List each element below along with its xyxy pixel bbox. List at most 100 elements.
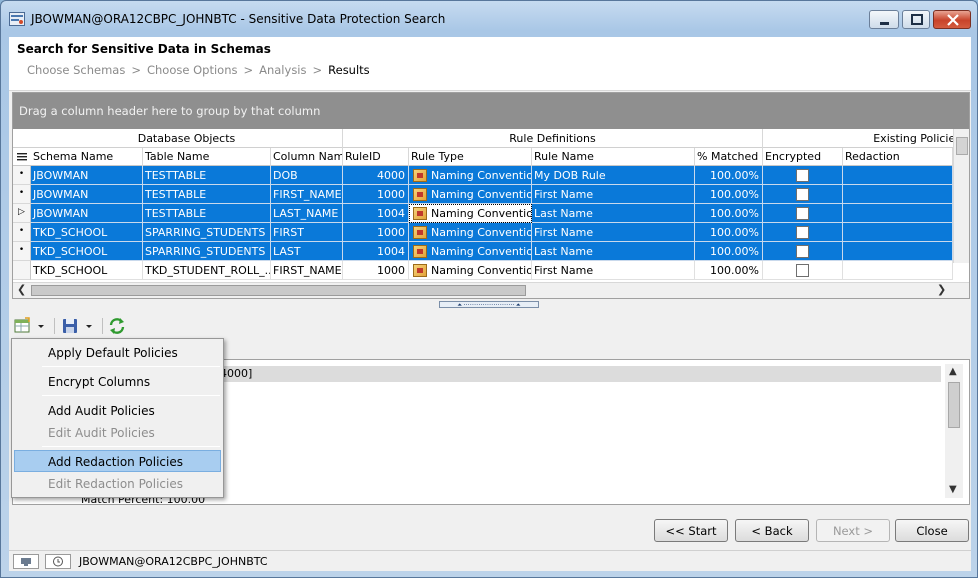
menu-item-edit-audit-policies[interactable]: Edit Audit Policies bbox=[14, 421, 221, 443]
cell-ruletype[interactable]: Naming Convention bbox=[409, 185, 532, 204]
cell-redaction[interactable] bbox=[843, 223, 953, 242]
row-indicator[interactable]: ▷ bbox=[13, 204, 31, 223]
row-indicator[interactable]: • bbox=[13, 185, 31, 204]
cell-redaction[interactable] bbox=[843, 166, 953, 185]
menu-item-edit-redaction-policies[interactable]: Edit Redaction Policies bbox=[14, 472, 221, 494]
scroll-thumb[interactable] bbox=[31, 285, 526, 296]
menu-item-encrypt-columns[interactable]: Encrypt Columns bbox=[14, 370, 221, 392]
cell-encrypted[interactable] bbox=[763, 242, 843, 261]
cell-rulename[interactable]: Last Name bbox=[532, 204, 695, 223]
cell-encrypted[interactable] bbox=[763, 204, 843, 223]
cell-rulename[interactable]: First Name bbox=[532, 223, 695, 242]
cell-column[interactable]: LAST_NAME bbox=[271, 204, 343, 223]
cell-matched[interactable]: 100.00% bbox=[695, 185, 763, 204]
cell-ruletype[interactable]: Naming Convention bbox=[409, 204, 532, 223]
next-button[interactable]: Next > bbox=[816, 519, 890, 542]
band-rule-definitions[interactable]: Rule Definitions bbox=[343, 129, 763, 148]
cell-ruleid[interactable]: 1000 bbox=[343, 261, 409, 280]
panel-splitter[interactable] bbox=[439, 301, 539, 308]
cell-matched[interactable]: 100.00% bbox=[695, 223, 763, 242]
cell-encrypted[interactable] bbox=[763, 261, 843, 280]
row-indicator[interactable]: • bbox=[13, 166, 31, 185]
cell-schema[interactable]: TKD_SCHOOL bbox=[31, 223, 143, 242]
column-header-ruletype[interactable]: Rule Type bbox=[409, 148, 532, 166]
cell-matched[interactable]: 100.00% bbox=[695, 261, 763, 280]
cell-column[interactable]: LAST bbox=[271, 242, 343, 261]
cell-ruleid[interactable]: 1004 bbox=[343, 242, 409, 261]
scroll-down-icon[interactable]: ▼ bbox=[949, 484, 957, 495]
scroll-left-icon[interactable]: ❮ bbox=[17, 283, 26, 296]
close-window-button[interactable] bbox=[933, 10, 971, 29]
table-row[interactable]: • JBOWMAN TESTTABLE DOB 4000 Naming Conventio… bbox=[13, 166, 953, 185]
table-row[interactable]: TKD_SCHOOL TKD_STUDENT_ROLL_... FIRST_NAME… bbox=[13, 261, 953, 280]
cell-column[interactable]: FIRST_NAME bbox=[271, 261, 343, 280]
menu-item-add-redaction-policies[interactable]: Add Redaction Policies bbox=[14, 450, 221, 472]
cell-encrypted[interactable] bbox=[763, 185, 843, 204]
cell-matched[interactable]: 100.00% bbox=[695, 242, 763, 261]
cell-rulename[interactable]: Last Name bbox=[532, 242, 695, 261]
cell-redaction[interactable] bbox=[843, 204, 953, 223]
close-button[interactable]: Close bbox=[895, 519, 969, 542]
scroll-right-icon[interactable]: ❯ bbox=[937, 283, 946, 296]
minimize-button[interactable] bbox=[869, 10, 899, 29]
save-dropdown[interactable] bbox=[61, 316, 97, 336]
cell-ruletype[interactable]: Naming Convention bbox=[409, 223, 532, 242]
cell-schema[interactable]: TKD_SCHOOL bbox=[31, 242, 143, 261]
cell-ruleid[interactable]: 1000 bbox=[343, 185, 409, 204]
column-header-redaction[interactable]: Redaction bbox=[843, 148, 953, 166]
table-row[interactable]: • JBOWMAN TESTTABLE FIRST_NAME 1000 Naming Co… bbox=[13, 185, 953, 204]
cell-redaction[interactable] bbox=[843, 185, 953, 204]
cell-ruleid[interactable]: 1000 bbox=[343, 223, 409, 242]
cell-table[interactable]: TESTTABLE bbox=[143, 185, 271, 204]
policy-actions-dropdown[interactable] bbox=[13, 316, 49, 336]
cell-table[interactable]: TESTTABLE bbox=[143, 166, 271, 185]
cell-rulename[interactable]: My DOB Rule bbox=[532, 166, 695, 185]
cell-ruleid[interactable]: 1004 bbox=[343, 204, 409, 223]
cell-redaction[interactable] bbox=[843, 242, 953, 261]
menu-item-add-audit-policies[interactable]: Add Audit Policies bbox=[14, 399, 221, 421]
column-header-rulename[interactable]: Rule Name bbox=[532, 148, 695, 166]
column-header-table[interactable]: Table Name bbox=[143, 148, 271, 166]
cell-table[interactable]: TESTTABLE bbox=[143, 204, 271, 223]
cell-schema[interactable]: JBOWMAN bbox=[31, 166, 143, 185]
cell-schema[interactable]: JBOWMAN bbox=[31, 204, 143, 223]
cell-ruletype[interactable]: Naming Convention bbox=[409, 166, 532, 185]
back-button[interactable]: < Back bbox=[735, 519, 809, 542]
cell-ruleid[interactable]: 4000 bbox=[343, 166, 409, 185]
encrypted-checkbox[interactable] bbox=[796, 169, 809, 182]
scroll-up-icon[interactable]: ▲ bbox=[949, 366, 957, 377]
cell-rulename[interactable]: First Name bbox=[532, 185, 695, 204]
table-row[interactable]: • TKD_SCHOOL SPARRING_STUDENTS LAST 1004 Nami… bbox=[13, 242, 953, 261]
column-header-schema[interactable]: Schema Name bbox=[31, 148, 143, 166]
cell-ruletype[interactable]: Naming Convention bbox=[409, 242, 532, 261]
row-indicator[interactable] bbox=[13, 261, 31, 280]
scroll-thumb[interactable] bbox=[956, 137, 968, 155]
cell-encrypted[interactable] bbox=[763, 166, 843, 185]
start-button[interactable]: << Start bbox=[654, 519, 728, 542]
cell-table[interactable]: SPARRING_STUDENTS bbox=[143, 223, 271, 242]
cell-column[interactable]: FIRST bbox=[271, 223, 343, 242]
column-header-encrypted[interactable]: Encrypted bbox=[763, 148, 843, 166]
encrypted-checkbox[interactable] bbox=[796, 264, 809, 277]
maximize-button[interactable] bbox=[902, 10, 930, 29]
cell-matched[interactable]: 100.00% bbox=[695, 204, 763, 223]
results-grid[interactable]: Drag a column header here to group by th… bbox=[12, 92, 970, 299]
column-header-column[interactable]: Column Name bbox=[271, 148, 343, 166]
cell-matched[interactable]: 100.00% bbox=[695, 166, 763, 185]
cell-redaction[interactable] bbox=[843, 261, 953, 280]
details-vertical-scrollbar[interactable]: ▲ ▼ bbox=[945, 364, 963, 498]
cell-schema[interactable]: JBOWMAN bbox=[31, 185, 143, 204]
column-header-ruleid[interactable]: RuleID bbox=[343, 148, 409, 166]
band-existing-policies[interactable]: Existing Policies bbox=[763, 129, 963, 148]
grid-horizontal-scrollbar[interactable]: ❮ ❯ bbox=[13, 282, 969, 298]
refresh-button[interactable] bbox=[107, 316, 127, 336]
cell-schema[interactable]: TKD_SCHOOL bbox=[31, 261, 143, 280]
cell-column[interactable]: FIRST_NAME bbox=[271, 185, 343, 204]
row-indicator[interactable]: • bbox=[13, 242, 31, 261]
title-bar[interactable]: JBOWMAN@ORA12CBPC_JOHNBTC - Sensitive Da… bbox=[1, 1, 977, 37]
column-chooser-icon[interactable] bbox=[13, 148, 31, 166]
table-row[interactable]: ▷ JBOWMAN TESTTABLE LAST_NAME 1004 Naming Con… bbox=[13, 204, 953, 223]
encrypted-checkbox[interactable] bbox=[796, 245, 809, 258]
group-by-panel[interactable]: Drag a column header here to group by th… bbox=[13, 93, 969, 129]
cell-encrypted[interactable] bbox=[763, 223, 843, 242]
